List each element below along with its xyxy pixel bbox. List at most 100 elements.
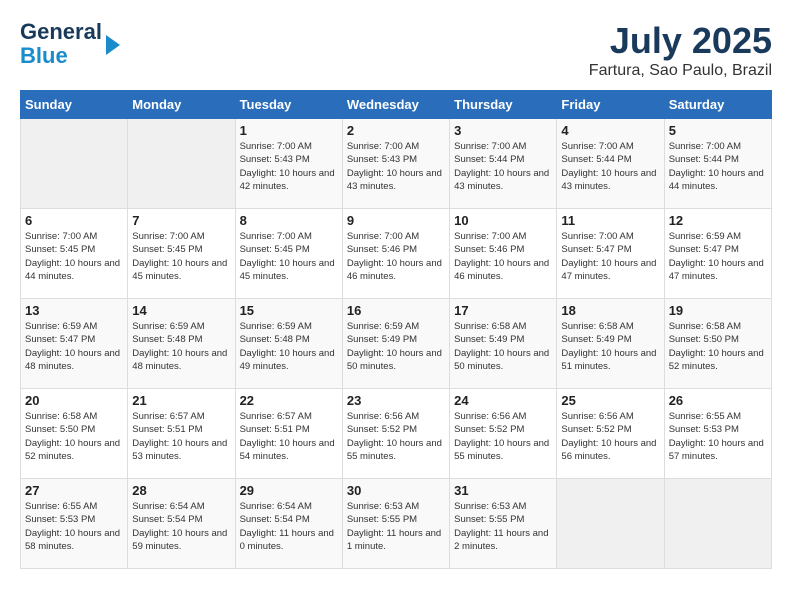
day-info: Sunrise: 7:00 AM Sunset: 5:44 PM Dayligh…: [454, 140, 552, 193]
weekday-header-wednesday: Wednesday: [342, 91, 449, 119]
weekday-header-monday: Monday: [128, 91, 235, 119]
weekday-header-tuesday: Tuesday: [235, 91, 342, 119]
day-info: Sunrise: 6:58 AM Sunset: 5:50 PM Dayligh…: [669, 320, 767, 373]
day-number: 3: [454, 123, 552, 138]
day-number: 5: [669, 123, 767, 138]
day-number: 1: [240, 123, 338, 138]
weekday-header-thursday: Thursday: [450, 91, 557, 119]
calendar-cell: [664, 479, 771, 569]
calendar-cell: 2 Sunrise: 7:00 AM Sunset: 5:43 PM Daylig…: [342, 119, 449, 209]
calendar-week-1: 1 Sunrise: 7:00 AM Sunset: 5:43 PM Daylig…: [21, 119, 772, 209]
day-number: 21: [132, 393, 230, 408]
logo-blue: Blue: [20, 43, 68, 68]
page-header: GeneralBlue July 2025 Fartura, Sao Paulo…: [20, 20, 772, 80]
day-info: Sunrise: 7:00 AM Sunset: 5:46 PM Dayligh…: [347, 230, 445, 283]
month-title: July 2025: [589, 20, 772, 62]
day-info: Sunrise: 6:56 AM Sunset: 5:52 PM Dayligh…: [454, 410, 552, 463]
calendar-cell: 3 Sunrise: 7:00 AM Sunset: 5:44 PM Daylig…: [450, 119, 557, 209]
day-info: Sunrise: 6:53 AM Sunset: 5:55 PM Dayligh…: [454, 500, 552, 553]
calendar-cell: 9Sunrise: 7:00 AM Sunset: 5:46 PM Daylig…: [342, 209, 449, 299]
day-number: 10: [454, 213, 552, 228]
calendar-week-4: 20Sunrise: 6:58 AM Sunset: 5:50 PM Dayli…: [21, 389, 772, 479]
day-number: 13: [25, 303, 123, 318]
day-number: 15: [240, 303, 338, 318]
day-number: 8: [240, 213, 338, 228]
calendar-week-3: 13 Sunrise: 6:59 AM Sunset: 5:47 PM Dayli…: [21, 299, 772, 389]
day-number: 11: [561, 213, 659, 228]
day-info: Sunrise: 7:00 AM Sunset: 5:47 PM Dayligh…: [561, 230, 659, 283]
calendar-cell: 11 Sunrise: 7:00 AM Sunset: 5:47 PM Dayli…: [557, 209, 664, 299]
calendar-week-5: 27Sunrise: 6:55 AM Sunset: 5:53 PM Dayli…: [21, 479, 772, 569]
calendar-cell: 18 Sunrise: 6:58 AM Sunset: 5:49 PM Dayli…: [557, 299, 664, 389]
day-number: 26: [669, 393, 767, 408]
calendar-cell: 27Sunrise: 6:55 AM Sunset: 5:53 PM Dayli…: [21, 479, 128, 569]
day-info: Sunrise: 7:00 AM Sunset: 5:44 PM Dayligh…: [669, 140, 767, 193]
calendar-table: SundayMondayTuesdayWednesdayThursdayFrid…: [20, 90, 772, 569]
day-number: 4: [561, 123, 659, 138]
calendar-cell: 21 Sunrise: 6:57 AM Sunset: 5:51 PM Dayli…: [128, 389, 235, 479]
day-number: 12: [669, 213, 767, 228]
day-info: Sunrise: 6:57 AM Sunset: 5:51 PM Dayligh…: [240, 410, 338, 463]
day-info: Sunrise: 6:54 AM Sunset: 5:54 PM Dayligh…: [240, 500, 338, 553]
calendar-cell: 31 Sunrise: 6:53 AM Sunset: 5:55 PM Dayli…: [450, 479, 557, 569]
day-number: 7: [132, 213, 230, 228]
calendar-cell: 4Sunrise: 7:00 AM Sunset: 5:44 PM Daylig…: [557, 119, 664, 209]
day-number: 18: [561, 303, 659, 318]
calendar-cell: 7 Sunrise: 7:00 AM Sunset: 5:45 PM Daylig…: [128, 209, 235, 299]
calendar-cell: 24 Sunrise: 6:56 AM Sunset: 5:52 PM Dayli…: [450, 389, 557, 479]
calendar-cell: [21, 119, 128, 209]
location: Fartura, Sao Paulo, Brazil: [589, 62, 772, 80]
calendar-cell: 6 Sunrise: 7:00 AM Sunset: 5:45 PM Daylig…: [21, 209, 128, 299]
day-info: Sunrise: 6:55 AM Sunset: 5:53 PM Dayligh…: [669, 410, 767, 463]
day-info: Sunrise: 6:53 AM Sunset: 5:55 PM Dayligh…: [347, 500, 445, 553]
calendar-cell: 20Sunrise: 6:58 AM Sunset: 5:50 PM Dayli…: [21, 389, 128, 479]
calendar-cell: 16 Sunrise: 6:59 AM Sunset: 5:49 PM Dayli…: [342, 299, 449, 389]
logo-text: GeneralBlue: [20, 20, 102, 68]
day-info: Sunrise: 7:00 AM Sunset: 5:45 PM Dayligh…: [240, 230, 338, 283]
day-number: 2: [347, 123, 445, 138]
day-info: Sunrise: 6:56 AM Sunset: 5:52 PM Dayligh…: [561, 410, 659, 463]
day-number: 24: [454, 393, 552, 408]
calendar-cell: 15Sunrise: 6:59 AM Sunset: 5:48 PM Dayli…: [235, 299, 342, 389]
calendar-cell: 12 Sunrise: 6:59 AM Sunset: 5:47 PM Dayli…: [664, 209, 771, 299]
day-info: Sunrise: 6:59 AM Sunset: 5:48 PM Dayligh…: [132, 320, 230, 373]
day-info: Sunrise: 6:57 AM Sunset: 5:51 PM Dayligh…: [132, 410, 230, 463]
day-number: 28: [132, 483, 230, 498]
day-info: Sunrise: 6:59 AM Sunset: 5:47 PM Dayligh…: [669, 230, 767, 283]
day-number: 30: [347, 483, 445, 498]
calendar-cell: 30 Sunrise: 6:53 AM Sunset: 5:55 PM Dayli…: [342, 479, 449, 569]
day-info: Sunrise: 6:58 AM Sunset: 5:49 PM Dayligh…: [454, 320, 552, 373]
calendar-cell: [128, 119, 235, 209]
day-info: Sunrise: 6:59 AM Sunset: 5:47 PM Dayligh…: [25, 320, 123, 373]
calendar-cell: 14 Sunrise: 6:59 AM Sunset: 5:48 PM Dayli…: [128, 299, 235, 389]
calendar-header-row: SundayMondayTuesdayWednesdayThursdayFrid…: [21, 91, 772, 119]
calendar-cell: 23 Sunrise: 6:56 AM Sunset: 5:52 PM Dayli…: [342, 389, 449, 479]
calendar-cell: 26 Sunrise: 6:55 AM Sunset: 5:53 PM Dayli…: [664, 389, 771, 479]
calendar-cell: 29Sunrise: 6:54 AM Sunset: 5:54 PM Dayli…: [235, 479, 342, 569]
day-number: 6: [25, 213, 123, 228]
day-info: Sunrise: 6:55 AM Sunset: 5:53 PM Dayligh…: [25, 500, 123, 553]
day-info: Sunrise: 6:58 AM Sunset: 5:49 PM Dayligh…: [561, 320, 659, 373]
calendar-week-2: 6 Sunrise: 7:00 AM Sunset: 5:45 PM Daylig…: [21, 209, 772, 299]
day-number: 20: [25, 393, 123, 408]
day-info: Sunrise: 7:00 AM Sunset: 5:45 PM Dayligh…: [132, 230, 230, 283]
calendar-cell: 1Sunrise: 7:00 AM Sunset: 5:43 PM Daylig…: [235, 119, 342, 209]
day-info: Sunrise: 6:59 AM Sunset: 5:49 PM Dayligh…: [347, 320, 445, 373]
calendar-cell: 25 Sunrise: 6:56 AM Sunset: 5:52 PM Dayli…: [557, 389, 664, 479]
calendar-cell: 5 Sunrise: 7:00 AM Sunset: 5:44 PM Daylig…: [664, 119, 771, 209]
calendar-cell: 8 Sunrise: 7:00 AM Sunset: 5:45 PM Daylig…: [235, 209, 342, 299]
day-number: 23: [347, 393, 445, 408]
day-number: 16: [347, 303, 445, 318]
day-info: Sunrise: 7:00 AM Sunset: 5:45 PM Dayligh…: [25, 230, 123, 283]
weekday-header-sunday: Sunday: [21, 91, 128, 119]
day-number: 22: [240, 393, 338, 408]
logo-arrow-icon: [106, 35, 120, 55]
day-number: 14: [132, 303, 230, 318]
calendar-cell: 17Sunrise: 6:58 AM Sunset: 5:49 PM Dayli…: [450, 299, 557, 389]
day-info: Sunrise: 7:00 AM Sunset: 5:46 PM Dayligh…: [454, 230, 552, 283]
day-number: 25: [561, 393, 659, 408]
day-info: Sunrise: 6:56 AM Sunset: 5:52 PM Dayligh…: [347, 410, 445, 463]
day-number: 19: [669, 303, 767, 318]
day-number: 31: [454, 483, 552, 498]
day-info: Sunrise: 7:00 AM Sunset: 5:43 PM Dayligh…: [347, 140, 445, 193]
